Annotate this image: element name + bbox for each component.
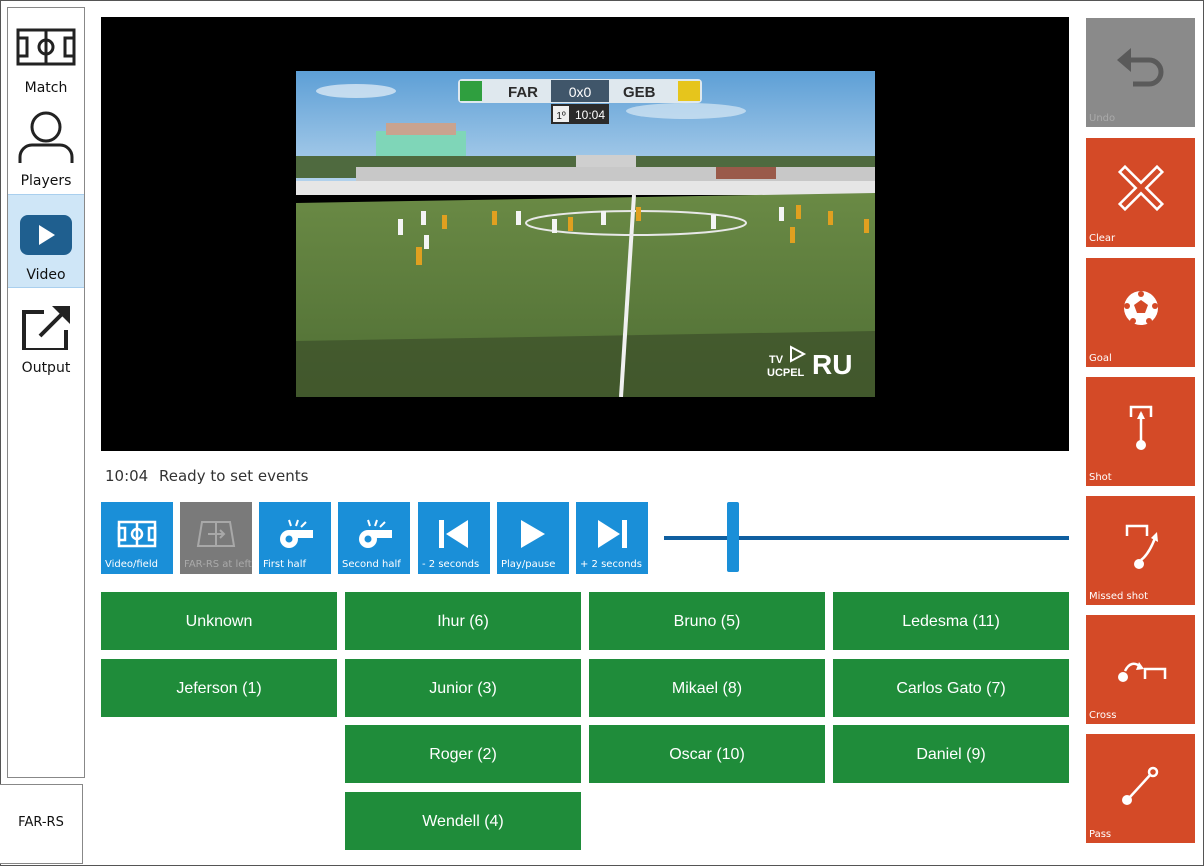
forward-button[interactable]: + 2 seconds <box>576 502 648 574</box>
player-button-mikael[interactable]: Mikael (8) <box>589 659 825 717</box>
status-message: Ready to set events <box>159 467 309 485</box>
missed-shot-icon <box>1125 524 1158 569</box>
field-icon <box>16 28 76 66</box>
match-video-image: FAR 0x0 GEB 1º 10:04 TV UCPEL RU <box>296 71 875 397</box>
watermark-ru: RU <box>812 349 852 380</box>
nav-players[interactable]: Players <box>8 101 84 193</box>
status-time: 10:04 <box>105 467 149 485</box>
field-arrow-icon <box>196 521 236 547</box>
undo-label: Undo <box>1089 113 1116 124</box>
nav-match-label: Match <box>24 80 68 96</box>
player-button-jeferson[interactable]: Jeferson (1) <box>101 659 337 717</box>
clear-label: Clear <box>1089 233 1116 244</box>
nav-video-label: Video <box>26 267 66 283</box>
player-button-ihur[interactable]: Ihur (6) <box>345 592 581 650</box>
ball-icon <box>1124 291 1158 325</box>
score-home-team: FAR <box>508 84 538 101</box>
player-button-roger[interactable]: Roger (2) <box>345 725 581 783</box>
player-button-ledesma[interactable]: Ledesma (11) <box>833 592 1069 650</box>
close-icon <box>1117 164 1165 212</box>
score-away-team: GEB <box>623 84 656 101</box>
pass-button[interactable]: Pass <box>1086 734 1195 843</box>
play-pause-button[interactable]: Play/pause <box>497 502 569 574</box>
video-player[interactable]: FAR 0x0 GEB 1º 10:04 TV UCPEL RU <box>101 17 1069 451</box>
play-icon <box>521 520 545 548</box>
player-button-unknown[interactable]: Unknown <box>101 592 337 650</box>
nav-output-label: Output <box>21 360 71 376</box>
goal-button[interactable]: Goal <box>1086 258 1195 367</box>
export-icon <box>22 306 70 350</box>
team-name: FAR-RS <box>18 815 64 830</box>
video-seek-thumb[interactable] <box>726 502 739 572</box>
nav-match[interactable]: Match <box>8 8 84 100</box>
first-half-label: First half <box>263 559 306 570</box>
person-icon <box>18 111 74 163</box>
cross-label: Cross <box>1089 710 1117 721</box>
field-icon <box>117 520 157 548</box>
video-field-label: Video/field <box>105 559 158 570</box>
rewind-button[interactable]: - 2 seconds <box>418 502 490 574</box>
shot-label: Shot <box>1089 472 1112 483</box>
whistle-icon <box>359 519 392 548</box>
shot-icon <box>1129 405 1153 450</box>
whistle-icon <box>280 519 313 548</box>
cross-icon <box>1118 662 1167 682</box>
play-icon <box>20 215 72 255</box>
score-clock: 10:04 <box>575 108 605 122</box>
play-pause-label: Play/pause <box>501 559 556 570</box>
first-half-button[interactable]: First half <box>259 502 331 574</box>
status-bar: 10:04 Ready to set events <box>105 467 314 485</box>
side-toggle-label: FAR-RS at left <box>184 559 252 570</box>
second-half-button[interactable]: Second half <box>338 502 410 574</box>
watermark-tv: TV <box>769 354 784 366</box>
video-field-button[interactable]: Video/field <box>101 502 173 574</box>
missed-shot-button[interactable]: Missed shot <box>1086 496 1195 605</box>
rewind-label: - 2 seconds <box>422 559 480 570</box>
forward-label: + 2 seconds <box>580 559 642 570</box>
side-navigation: Match Players Video Output <box>7 7 85 778</box>
video-frame: FAR 0x0 GEB 1º 10:04 TV UCPEL RU <box>296 71 875 397</box>
undo-button[interactable]: Undo <box>1086 18 1195 127</box>
second-half-label: Second half <box>342 559 401 570</box>
pass-label: Pass <box>1089 829 1112 840</box>
side-toggle-button[interactable]: FAR-RS at left <box>180 502 252 574</box>
watermark-ucpel: UCPEL <box>767 367 805 379</box>
cross-button[interactable]: Cross <box>1086 615 1195 724</box>
player-button-junior[interactable]: Junior (3) <box>345 659 581 717</box>
player-button-daniel[interactable]: Daniel (9) <box>833 725 1069 783</box>
player-button-wendell[interactable]: Wendell (4) <box>345 792 581 850</box>
player-button-carlos-gato[interactable]: Carlos Gato (7) <box>833 659 1069 717</box>
score-period: 1º <box>556 111 566 122</box>
nav-output[interactable]: Output <box>8 288 84 380</box>
clear-button[interactable]: Clear <box>1086 138 1195 247</box>
shot-button[interactable]: Shot <box>1086 377 1195 486</box>
skip-forward-icon <box>598 520 627 548</box>
nav-players-label: Players <box>20 173 72 189</box>
skip-back-icon <box>439 520 468 548</box>
goal-label: Goal <box>1089 353 1112 364</box>
team-selector[interactable]: FAR-RS <box>0 784 83 864</box>
undo-icon <box>1117 48 1164 87</box>
score-value: 0x0 <box>569 84 592 100</box>
video-seek-track[interactable] <box>664 536 1069 540</box>
player-button-oscar[interactable]: Oscar (10) <box>589 725 825 783</box>
player-button-bruno[interactable]: Bruno (5) <box>589 592 825 650</box>
pass-icon <box>1122 766 1159 805</box>
nav-video[interactable]: Video <box>8 194 84 288</box>
missed-shot-label: Missed shot <box>1089 591 1149 602</box>
